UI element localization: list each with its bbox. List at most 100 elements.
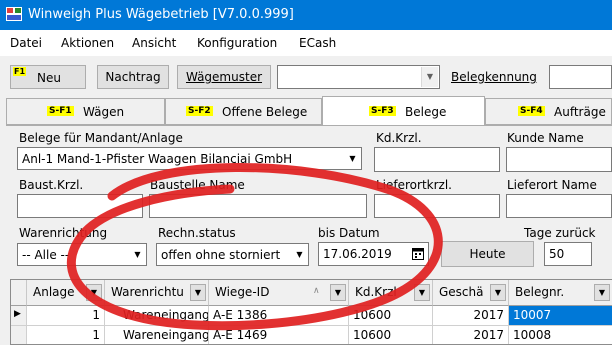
column-header-belegnr[interactable]: Belegnr. ▼ xyxy=(509,280,612,306)
current-row-arrow-icon: ▶ xyxy=(14,309,21,319)
chevron-down-icon[interactable]: ▼ xyxy=(131,247,144,262)
table-cell[interactable]: A-E 1469 xyxy=(209,326,349,344)
table-cell[interactable]: Wareneingang xyxy=(105,326,209,344)
mandant-select[interactable]: Anl-1 Mand-1-Pfister Waagen Bilanciai Gm… xyxy=(17,147,362,170)
baustelle-input[interactable] xyxy=(149,194,367,218)
calendar-icon[interactable] xyxy=(412,248,424,260)
warenrichtung-label: Warenrichtung xyxy=(19,226,108,240)
table-cell[interactable]: 1 xyxy=(27,326,105,344)
belegkennung-label: Belegkennung xyxy=(451,70,537,84)
bisdatum-value: 17.06.2019 xyxy=(323,247,392,261)
tab-auftraege[interactable]: S-F4 Aufträge xyxy=(485,98,612,125)
lieferortkrzl-label: Lieferortkrzl. xyxy=(376,178,452,192)
column-header-anlage[interactable]: Anlage ▼ xyxy=(27,280,105,306)
filter-dropdown-icon[interactable]: ▼ xyxy=(190,284,206,301)
nachtrag-button[interactable]: Nachtrag xyxy=(97,65,169,89)
row-indicator-header xyxy=(11,280,27,306)
toolbar: F1 Neu Nachtrag Wägemuster ▼ Belegkennun… xyxy=(0,56,612,96)
column-header-label: Kd.Krzl xyxy=(355,285,397,299)
bisdatum-input[interactable]: 17.06.2019 xyxy=(318,242,429,266)
tab-waegen[interactable]: S-F1 Wägen xyxy=(6,98,165,125)
lieferort-label: Lieferort Name xyxy=(507,178,597,192)
cell-wiege-id: A-E 1469 xyxy=(213,328,268,342)
chevron-down-icon[interactable]: ▼ xyxy=(293,247,306,262)
tab-belege-label: Belege xyxy=(405,105,447,119)
table-cell-selected[interactable]: 10007 xyxy=(509,306,612,326)
table-cell[interactable]: 10600 xyxy=(349,306,433,326)
column-header-label: Geschä xyxy=(439,285,484,299)
cell-anlage: 1 xyxy=(92,328,100,342)
cell-belegnr: 10007 xyxy=(513,308,552,322)
tagezurueck-value: 50 xyxy=(549,247,565,261)
filter-dropdown-icon[interactable]: ▼ xyxy=(414,284,430,301)
row-indicator[interactable] xyxy=(11,326,27,344)
window-title: Winweigh Plus Wägebetrieb [V7.0.0.999] xyxy=(28,7,294,22)
column-header-geschaeft[interactable]: Geschä ▼ xyxy=(433,280,509,306)
tab-offene-belege-label: Offene Belege xyxy=(222,105,308,119)
baustkrzl-label: Baust.Krzl. xyxy=(19,178,84,192)
menu-konfiguration[interactable]: Konfiguration xyxy=(197,36,277,50)
kunde-label: Kunde Name xyxy=(507,131,584,145)
table-cell[interactable]: 2017 xyxy=(433,326,509,344)
cell-anlage: 1 xyxy=(92,308,100,322)
column-header-label: Belegnr. xyxy=(515,285,565,299)
column-header-label: Anlage xyxy=(33,285,75,299)
heute-button[interactable]: Heute xyxy=(441,241,534,267)
waegemuster-label: Wägemuster xyxy=(185,70,263,84)
menu-aktionen[interactable]: Aktionen xyxy=(61,36,114,50)
table-cell[interactable]: 1 xyxy=(27,306,105,326)
baustkrzl-input[interactable] xyxy=(17,194,143,218)
nachtrag-label: Nachtrag xyxy=(105,70,161,84)
tab-waegen-label: Wägen xyxy=(83,105,125,119)
cell-kdkrzl: 10600 xyxy=(353,308,392,322)
cell-warenrichtung: Wareneingang xyxy=(123,328,209,342)
table-cell[interactable]: Wareneingang xyxy=(105,306,209,326)
column-header-kdkrzl[interactable]: Kd.Krzl ▼ xyxy=(349,280,433,306)
tagezurueck-input[interactable]: 50 xyxy=(544,242,592,266)
lieferort-input[interactable] xyxy=(506,194,612,218)
kdkrzl-input[interactable] xyxy=(374,147,500,172)
belegkennung-input[interactable] xyxy=(549,65,612,89)
chevron-down-icon[interactable]: ▼ xyxy=(421,67,438,87)
lieferortkrzl-input[interactable] xyxy=(374,194,500,218)
cell-geschaeft: 2017 xyxy=(473,328,504,342)
filter-dropdown-icon[interactable]: ▼ xyxy=(490,284,506,301)
neu-button[interactable]: F1 Neu xyxy=(10,65,86,89)
column-header-label: Wiege-ID xyxy=(215,285,270,299)
belege-table: Anlage ▼ Warenrichtu ▼ Wiege-ID ∧ ▼ Kd.K… xyxy=(10,279,612,345)
chevron-down-icon[interactable]: ▼ xyxy=(346,151,359,166)
column-header-wiege-id[interactable]: Wiege-ID ∧ ▼ xyxy=(209,280,349,306)
menu-ansicht[interactable]: Ansicht xyxy=(132,36,176,50)
table-cell[interactable]: 2017 xyxy=(433,306,509,326)
neu-label: Neu xyxy=(37,71,61,85)
tab-belege[interactable]: S-F3 Belege xyxy=(322,96,485,126)
bisdatum-label: bis Datum xyxy=(318,226,380,240)
menu-bar: Datei Aktionen Ansicht Konfiguration ECa… xyxy=(0,30,612,56)
table-cell[interactable]: 10600 xyxy=(349,326,433,344)
kunde-input[interactable] xyxy=(506,147,612,172)
column-header-label: Warenrichtu xyxy=(111,285,184,299)
table-cell[interactable]: A-E 1386 xyxy=(209,306,349,326)
waegemuster-select[interactable]: ▼ xyxy=(277,65,440,89)
filter-dropdown-icon[interactable]: ▼ xyxy=(330,284,346,301)
rechnstatus-label: Rechn.status xyxy=(158,226,236,240)
filter-dropdown-icon[interactable]: ▼ xyxy=(86,284,102,301)
column-header-warenrichtung[interactable]: Warenrichtu ▼ xyxy=(105,280,209,306)
row-indicator[interactable]: ▶ xyxy=(11,306,27,326)
warenrichtung-select[interactable]: -- Alle -- ▼ xyxy=(17,243,147,266)
menu-datei[interactable]: Datei xyxy=(10,36,42,50)
table-cell[interactable]: 10008 xyxy=(509,326,612,344)
tab-offene-belege[interactable]: S-F2 Offene Belege xyxy=(165,98,322,125)
filter-dropdown-icon[interactable]: ▼ xyxy=(594,284,610,301)
waegemuster-button[interactable]: Wägemuster xyxy=(177,65,271,89)
kdkrzl-label: Kd.Krzl. xyxy=(376,131,422,145)
tab-offene-belege-fkey: S-F2 xyxy=(186,106,213,116)
tab-waegen-fkey: S-F1 xyxy=(47,106,74,116)
rechnstatus-select[interactable]: offen ohne storniert ▼ xyxy=(156,243,309,266)
baustelle-label: Baustelle Name xyxy=(150,178,245,192)
mandant-value: Anl-1 Mand-1-Pfister Waagen Bilanciai Gm… xyxy=(22,152,293,166)
tagezurueck-label: Tage zurück xyxy=(524,226,596,240)
tab-auftraege-fkey: S-F4 xyxy=(518,106,545,116)
menu-ecash[interactable]: ECash xyxy=(299,36,336,50)
sort-indicator-icon: ∧ xyxy=(313,286,320,296)
